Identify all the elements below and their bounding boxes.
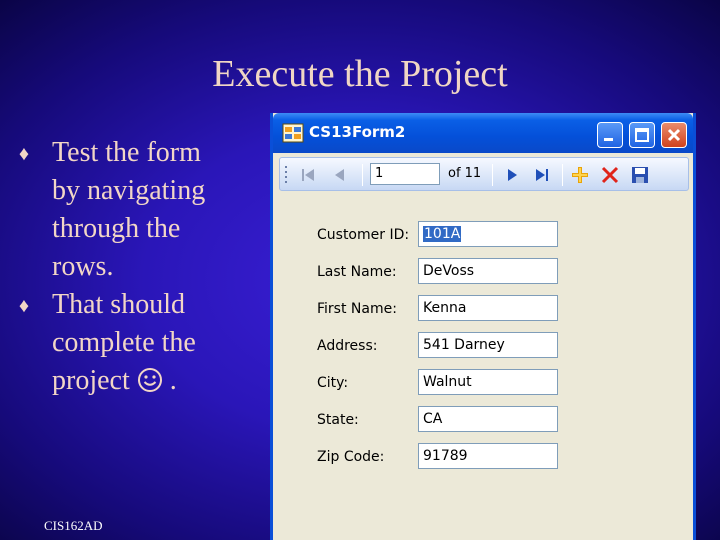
last-name-field[interactable]: DeVoss xyxy=(418,258,558,284)
last-name-label: Last Name: xyxy=(317,264,397,280)
delete-icon[interactable] xyxy=(600,165,620,185)
count-label: of 11 xyxy=(448,166,482,181)
window-title: CS13Form2 xyxy=(309,123,406,141)
maximize-icon xyxy=(635,128,649,142)
bullet-item-2: ♦ That should complete the project . xyxy=(14,286,264,400)
binding-navigator: 1 of 11 xyxy=(279,157,689,191)
bullet-line: rows. xyxy=(52,251,114,282)
grip-icon xyxy=(285,166,287,183)
city-label: City: xyxy=(317,375,349,391)
diamond-bullet-icon: ♦ xyxy=(18,143,30,165)
save-icon[interactable] xyxy=(630,165,650,185)
minimize-icon xyxy=(604,138,613,141)
form-window: CS13Form2 1 of 11 Customer ID: 101A Last… xyxy=(270,113,696,540)
move-last-icon[interactable] xyxy=(532,165,552,185)
bullet-item-1: ♦ Test the form by navigating through th… xyxy=(14,134,264,286)
form-grid-icon xyxy=(282,123,304,143)
customer-id-label: Customer ID: xyxy=(317,227,410,243)
close-icon xyxy=(667,128,681,142)
toolbar-separator xyxy=(362,164,363,186)
bullet-line: Test the form xyxy=(52,137,201,168)
close-button[interactable] xyxy=(661,122,687,148)
state-label: State: xyxy=(317,412,359,428)
bullet-list: ♦ Test the form by navigating through th… xyxy=(14,134,264,400)
city-field[interactable]: Walnut xyxy=(418,369,558,395)
address-label: Address: xyxy=(317,338,378,354)
smiley-face-icon xyxy=(137,368,162,392)
move-first-icon[interactable] xyxy=(298,165,318,185)
bullet-suffix: . xyxy=(169,365,177,396)
maximize-button[interactable] xyxy=(629,122,655,148)
bullet-line: through the xyxy=(52,213,181,244)
move-previous-icon[interactable] xyxy=(330,165,350,185)
move-next-icon[interactable] xyxy=(502,165,522,185)
bullet-line: complete the xyxy=(52,327,196,358)
slide-footer: CIS162AD xyxy=(44,518,103,533)
address-field[interactable]: 541 Darney xyxy=(418,332,558,358)
bullet-line: by navigating xyxy=(52,175,206,206)
zip-code-label: Zip Code: xyxy=(317,449,385,465)
bullet-line-text: project xyxy=(52,365,130,396)
diamond-bullet-icon: ♦ xyxy=(18,295,30,317)
minimize-button[interactable] xyxy=(597,122,623,148)
position-input[interactable]: 1 xyxy=(370,163,440,185)
toolbar-separator xyxy=(492,164,493,186)
state-field[interactable]: CA xyxy=(418,406,558,432)
bullet-line: project . xyxy=(52,362,264,400)
bullet-line: That should xyxy=(52,289,185,320)
zip-code-field[interactable]: 91789 xyxy=(418,443,558,469)
slide-title: Execute the Project xyxy=(212,53,508,95)
toolbar-separator xyxy=(562,164,563,186)
first-name-label: First Name: xyxy=(317,301,397,317)
window-titlebar[interactable]: CS13Form2 xyxy=(273,113,693,153)
add-new-icon[interactable] xyxy=(570,165,590,185)
first-name-field[interactable]: Kenna xyxy=(418,295,558,321)
customer-id-field[interactable]: 101A xyxy=(418,221,558,247)
customer-id-value: 101A xyxy=(423,226,462,242)
